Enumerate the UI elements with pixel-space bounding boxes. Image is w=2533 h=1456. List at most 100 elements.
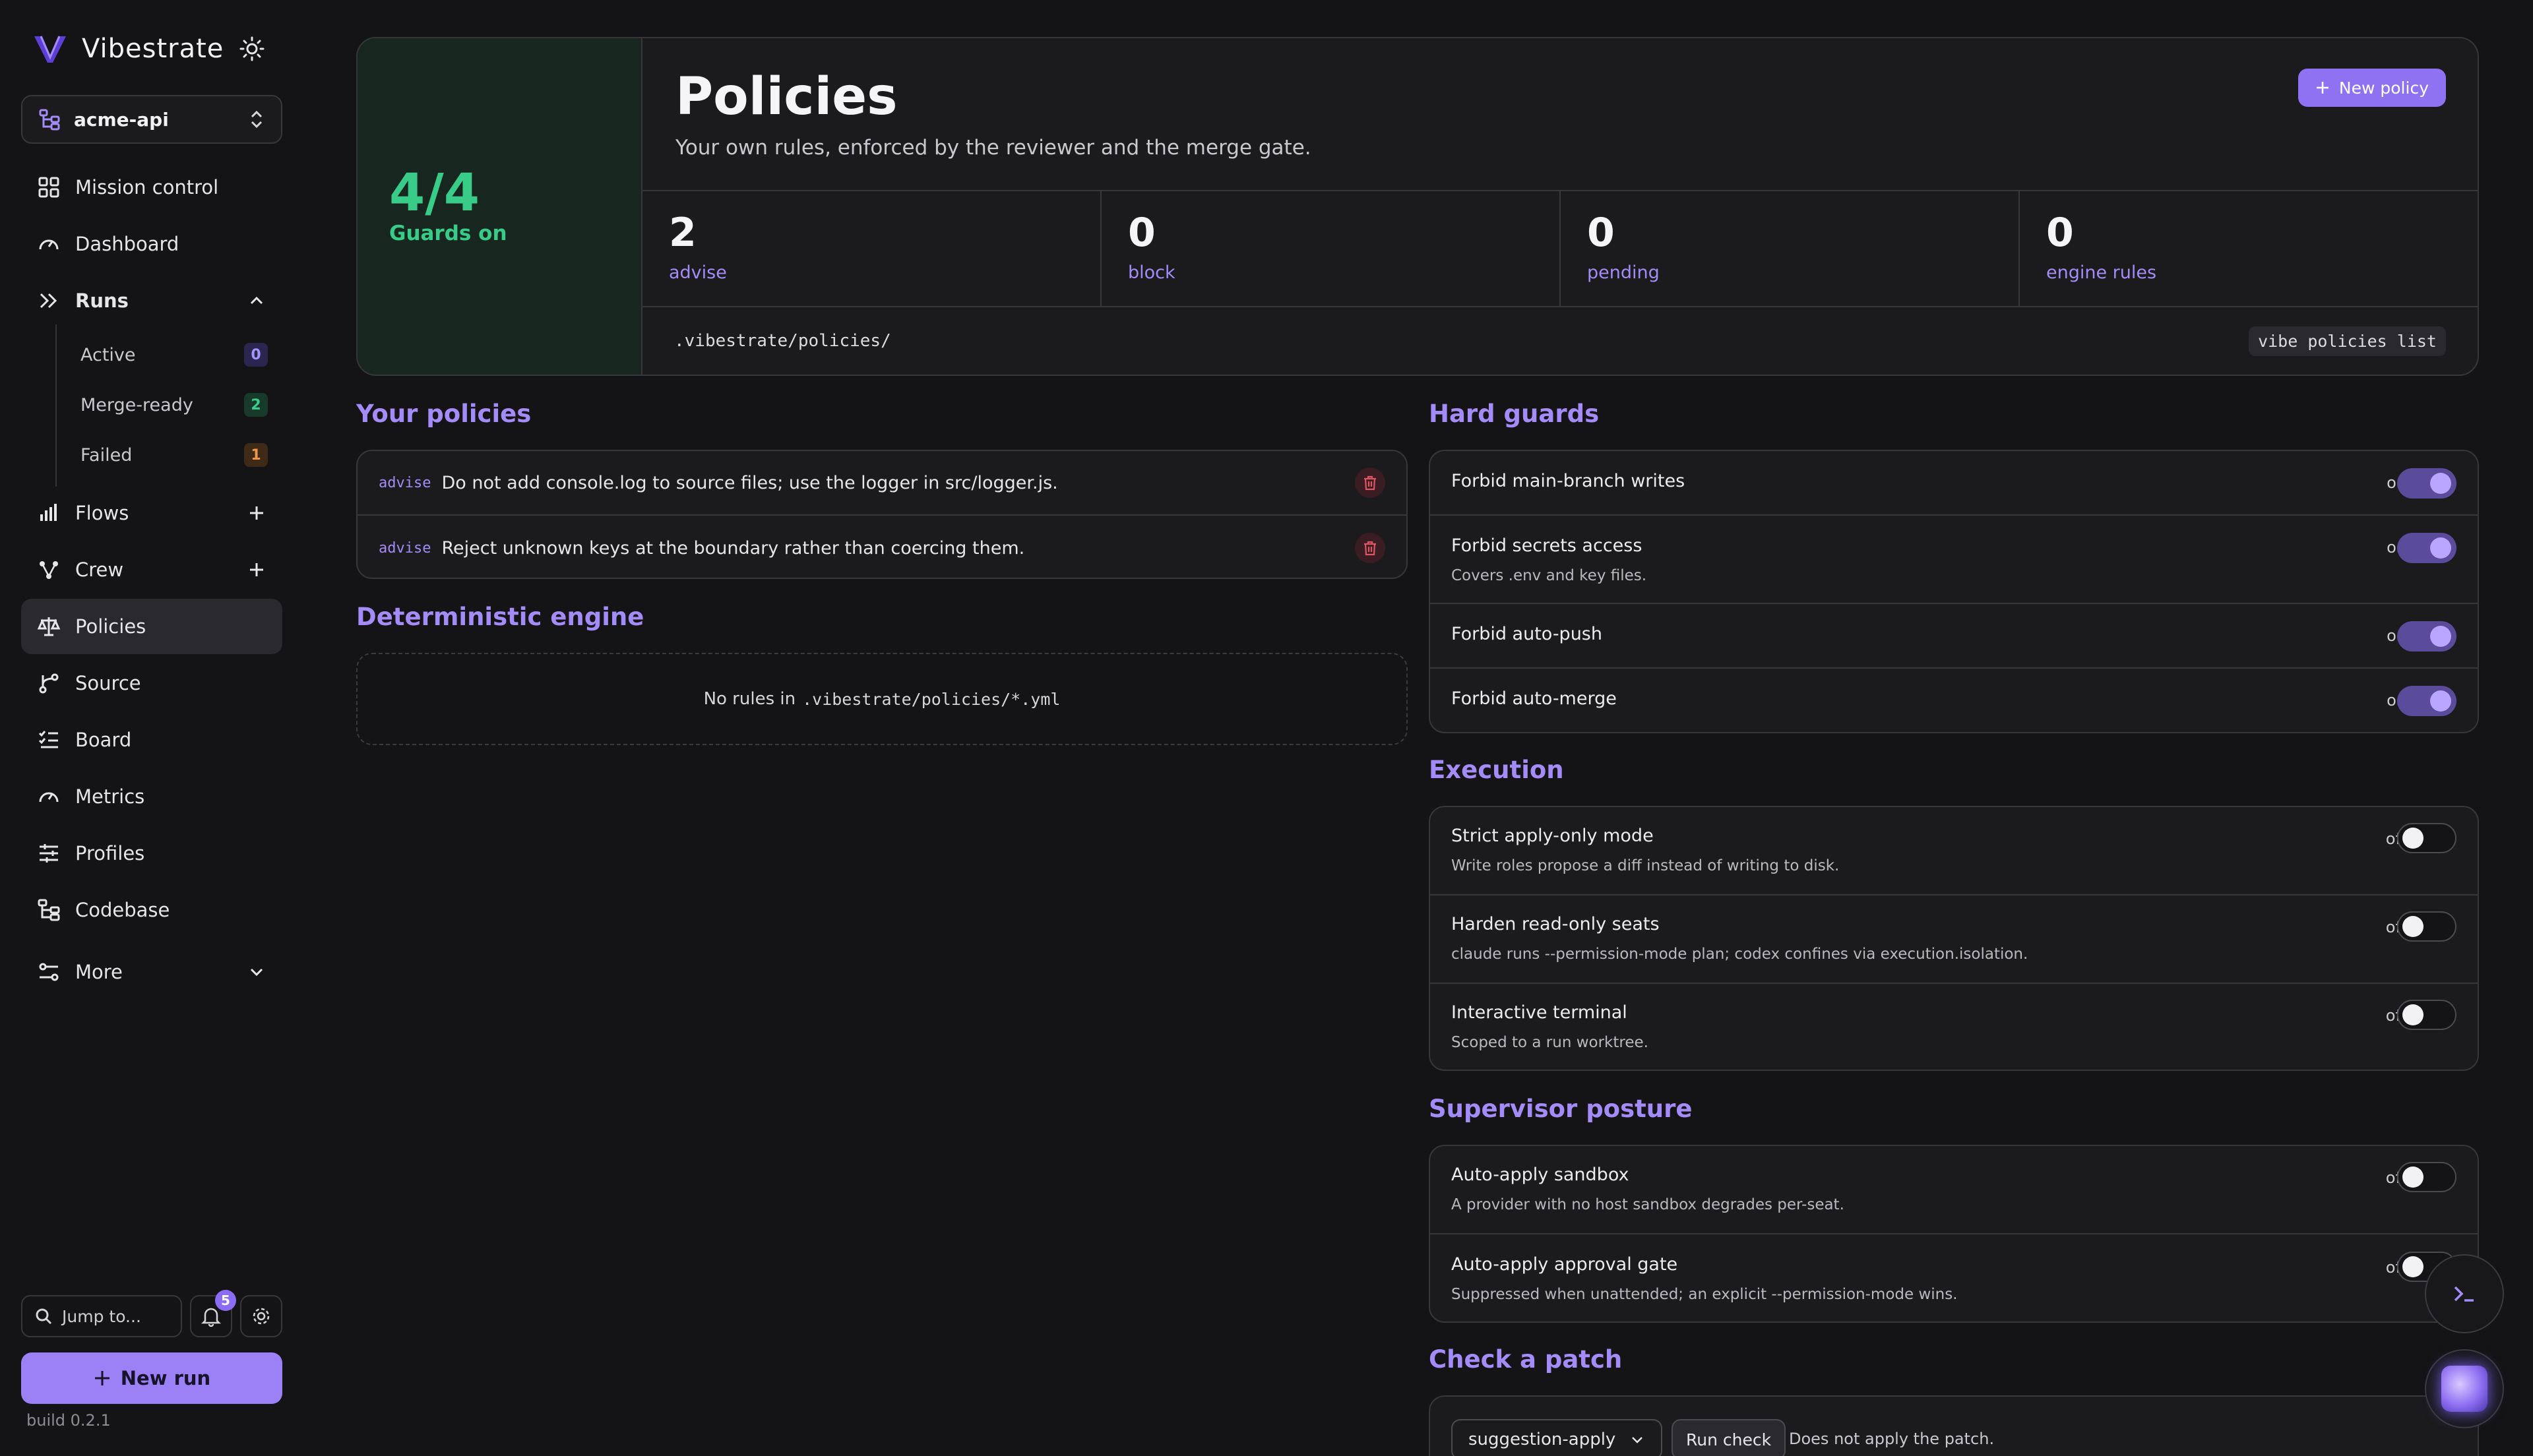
trash-icon (1364, 475, 1376, 491)
double-chevron-right-icon (40, 293, 57, 309)
delete-policy-button[interactable] (1355, 468, 1385, 498)
plus-icon[interactable] (247, 503, 266, 523)
chevron-up-icon[interactable] (247, 291, 266, 311)
setting-desc: Write roles propose a diff instead of wr… (1451, 857, 1840, 874)
deterministic-engine-heading: Deterministic engine (356, 603, 644, 631)
nav-crew[interactable]: Crew (21, 542, 282, 597)
guard-title: Forbid auto-merge (1451, 688, 1617, 709)
hard-guards-card: Forbid main-branch writes on Forbid secr… (1429, 450, 2479, 733)
brand[interactable]: Vibestrate (32, 29, 265, 69)
search-icon (36, 1308, 52, 1325)
gauge-icon (39, 239, 59, 250)
policy-stats: 2 advise 0 block 0 pending 0 engine rule… (642, 190, 2478, 307)
jump-placeholder: Jump to... (62, 1306, 141, 1326)
nav-label: Policies (75, 615, 146, 638)
nav-label: Codebase (75, 899, 170, 921)
chevron-down-icon[interactable] (247, 962, 266, 982)
stat-label: engine rules (2046, 262, 2157, 283)
nav-label: Crew (75, 559, 124, 581)
setting-title: Auto-apply approval gate (1451, 1254, 1678, 1275)
guard-toggle[interactable] (2397, 468, 2456, 499)
empty-state-path: .vibestrate/policies/*.yml (802, 689, 1061, 709)
patch-mode-select[interactable]: suggestion-apply (1451, 1419, 1662, 1456)
new-run-button[interactable]: New run (21, 1352, 282, 1404)
setting-desc: claude runs --permission-mode plan; code… (1451, 946, 2028, 963)
plus-icon[interactable] (247, 560, 266, 580)
nav-label: Mission control (75, 176, 219, 198)
nav-label: Flows (75, 502, 129, 524)
runs-active[interactable]: Active 0 (66, 332, 282, 378)
vibestrate-logo-icon (34, 36, 66, 63)
setting-title: Harden read-only seats (1451, 914, 1660, 934)
toggle-knob (2430, 626, 2451, 647)
plus-icon (94, 1371, 109, 1385)
stat-label: block (1128, 262, 1175, 283)
chevron-updown-icon (251, 110, 263, 129)
nav-label: Dashboard (75, 233, 179, 255)
setting-title: Strict apply-only mode (1451, 826, 1654, 846)
nav-codebase[interactable]: Codebase (21, 882, 282, 938)
guard-toggle[interactable] (2397, 686, 2456, 716)
nav-dashboard[interactable]: Dashboard (21, 216, 282, 272)
setting-desc: Scoped to a run worktree. (1451, 1034, 1648, 1051)
sidebar: Vibestrate acme-api Mission control Dash… (0, 0, 303, 1456)
new-policy-button[interactable]: New policy (2298, 69, 2446, 107)
stat-label: pending (1587, 262, 1660, 283)
engine-empty-state: No rules in .vibestrate/policies/*.yml (356, 653, 1408, 745)
your-policies-heading: Your policies (356, 400, 532, 428)
nav-profiles[interactable]: Profiles (21, 826, 282, 881)
nav-label: Metrics (75, 785, 145, 808)
assistant-orb-icon (2441, 1366, 2487, 1412)
nav-more[interactable]: More (21, 944, 282, 1000)
page-subtitle: Your own rules, enforced by the reviewer… (675, 136, 1311, 160)
runs-failed[interactable]: Failed 1 (66, 432, 282, 478)
policy-text: Reject unknown keys at the boundary rath… (441, 537, 1025, 559)
run-check-button[interactable]: Run check (1672, 1419, 1786, 1456)
setting-toggle[interactable] (2397, 1162, 2456, 1192)
stat-value: 0 (1128, 210, 1156, 256)
supervisor-posture-heading: Supervisor posture (1429, 1095, 1693, 1123)
nav-runs[interactable]: Runs (21, 273, 282, 328)
toggle-knob (2402, 1167, 2424, 1188)
repo-name: acme-api (74, 108, 169, 131)
setting-toggle[interactable] (2397, 911, 2456, 942)
nav-board[interactable]: Board (21, 712, 282, 768)
assistant-fab[interactable] (2425, 1349, 2504, 1428)
setting-toggle[interactable] (2397, 823, 2456, 853)
setting-toggle[interactable] (2397, 1000, 2456, 1030)
nav-flows[interactable]: Flows (21, 485, 282, 541)
toggle-knob (2402, 1004, 2424, 1025)
check-patch-heading: Check a patch (1429, 1345, 1623, 1374)
toggle-knob (2402, 916, 2424, 937)
count-badge: 2 (244, 393, 268, 417)
repo-tree-icon (38, 899, 60, 921)
git-branch-icon (39, 673, 59, 694)
nav-mission-control[interactable]: Mission control (21, 160, 282, 215)
nav-policies[interactable]: Policies (21, 599, 282, 654)
grid-icon (38, 177, 59, 198)
policy-tag: advise (379, 474, 431, 491)
guard-toggle[interactable] (2397, 533, 2456, 563)
jump-to-search[interactable]: Jump to... (21, 1295, 182, 1337)
guard-title: Forbid secrets access (1451, 535, 1642, 556)
stat-pending: 0 pending (1561, 191, 2020, 306)
guard-toggle[interactable] (2397, 621, 2456, 652)
nav-label: Board (75, 729, 132, 751)
stat-engine-rules: 0 engine rules (2020, 191, 2478, 306)
execution-card: Strict apply-only mode Write roles propo… (1429, 806, 2479, 1071)
gauge-icon (39, 792, 59, 803)
settings-button[interactable] (240, 1295, 282, 1337)
setting-row: Auto-apply approval gate Suppressed when… (1430, 1234, 2478, 1321)
nav-metrics[interactable]: Metrics (21, 769, 282, 824)
runs-tree-line (55, 324, 57, 487)
delete-policy-button[interactable] (1355, 533, 1385, 563)
cli-command-chip[interactable]: vibe policies list (2249, 326, 2446, 356)
nav-source[interactable]: Source (21, 655, 282, 711)
terminal-fab[interactable] (2425, 1254, 2504, 1333)
build-version: build 0.2.1 (26, 1411, 111, 1430)
repo-switcher[interactable]: acme-api (21, 95, 282, 144)
theme-toggle-sun-icon[interactable] (239, 36, 265, 61)
stat-advise: 2 advise (642, 191, 1102, 306)
policy-tag: advise (379, 539, 431, 557)
runs-merge-ready[interactable]: Merge-ready 2 (66, 382, 282, 428)
